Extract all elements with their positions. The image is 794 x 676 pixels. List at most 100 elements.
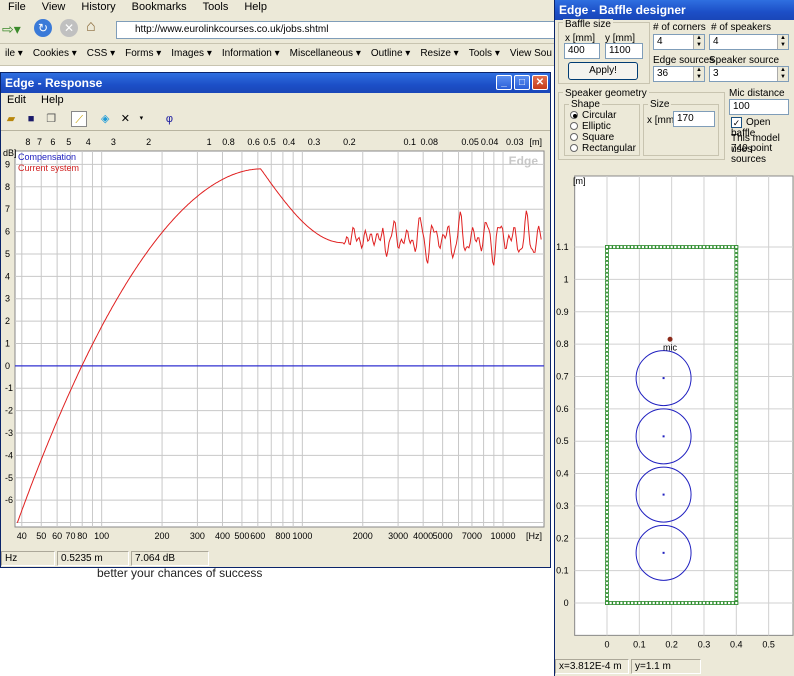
y-tick-label: 6	[5, 227, 10, 237]
edge-source-dot	[605, 545, 609, 550]
dropdown-arrow-icon[interactable]: ▾	[137, 111, 145, 127]
shape-elliptic-radio[interactable]: Elliptic	[570, 121, 611, 132]
toolbar-item-resize[interactable]: Resize ▾	[415, 44, 463, 59]
close-button[interactable]: ✕	[532, 75, 548, 90]
baffle-y-input[interactable]: 1100	[605, 43, 643, 59]
corners-spinner[interactable]: 4 ▲ ▼	[653, 34, 705, 50]
toolbar-item-view-source[interactable]: View Sou	[505, 44, 554, 59]
toolbar-item-outline[interactable]: Outline ▾	[366, 44, 415, 59]
y-tick-label: 0.7	[556, 371, 569, 381]
menu-tools[interactable]: Tools	[195, 0, 237, 13]
copy-icon[interactable]: ❐	[43, 111, 59, 127]
edge-source-dot	[734, 470, 739, 475]
stop-icon[interactable]: ✕	[60, 19, 78, 37]
toolbar-item-cookies[interactable]: Cookies ▾	[28, 44, 82, 59]
y-tick-label: -2	[5, 406, 13, 416]
speaker-center	[662, 435, 665, 438]
density-spinner[interactable]: 3 ▲ ▼	[709, 66, 789, 82]
toolbar-item-css[interactable]: CSS ▾	[82, 44, 120, 59]
edge-sources-spinner[interactable]: 36 ▲ ▼	[653, 66, 705, 82]
top-tick-label: 0.8	[222, 137, 235, 147]
toolbar-item-tools[interactable]: Tools ▾	[464, 44, 505, 59]
edge-source-dot	[734, 549, 739, 554]
reload-icon[interactable]: ↻	[34, 19, 52, 37]
baffle-plot[interactable]: 1.1 1 0.9 0.8 0.7 0.6 0.5 0.4 0.3 0.2 0.1 0 0 0.1 0.2 0…	[555, 172, 794, 656]
size-x-input[interactable]: 170	[673, 111, 715, 127]
menu-help[interactable]: Help	[41, 94, 64, 106]
status-freq: Hz	[1, 551, 55, 566]
edge-source-dot	[605, 391, 609, 396]
edge-source-dot	[630, 245, 635, 249]
phase-button[interactable]: φ	[161, 111, 177, 127]
edge-source-dot	[734, 466, 739, 471]
color-icon[interactable]: ◈	[97, 111, 113, 127]
toolbar-item-forms[interactable]: Forms ▾	[120, 44, 166, 59]
delete-icon[interactable]: ✕	[117, 111, 133, 127]
edge-source-dot	[687, 245, 692, 249]
x-tick-label: 500	[234, 531, 249, 541]
edge-source-dot	[605, 573, 609, 578]
edge-source-dot	[734, 300, 739, 305]
speakers-spinner[interactable]: 4 ▲ ▼	[709, 34, 789, 50]
open-folder-icon[interactable]: ▰	[3, 111, 19, 127]
toolbar-item-information[interactable]: Information ▾	[217, 44, 285, 59]
toolbar-item-disable[interactable]: ile ▾	[0, 44, 28, 59]
toolbar-item-miscellaneous[interactable]: Miscellaneous ▾	[285, 44, 366, 59]
shape-square-radio[interactable]: Square	[570, 132, 614, 143]
spin-arrows-icon[interactable]: ▲ ▼	[693, 67, 704, 81]
edge-source-dot	[605, 537, 609, 542]
edge-source-dot	[698, 245, 703, 249]
speaker-geometry-label: Speaker geometry	[563, 88, 649, 99]
menu-bookmarks[interactable]: Bookmarks	[124, 0, 195, 13]
x-tick-label: 70	[66, 531, 76, 541]
save-icon[interactable]: ■	[23, 111, 39, 127]
top-tick-label: 0.05	[461, 137, 479, 147]
menu-view[interactable]: View	[34, 0, 74, 13]
edge-source-dot	[648, 245, 653, 249]
x-tick-label: 1000	[292, 531, 312, 541]
toolbar-item-images[interactable]: Images ▾	[166, 44, 217, 59]
edge-source-dot	[605, 565, 609, 570]
draw-icon[interactable]: ⟋	[71, 111, 88, 127]
response-plot[interactable]: 9876543210-1-2-3-4-5-6dB]40 50 60 70 80 100 20…	[1, 133, 550, 549]
edge-source-dot	[734, 312, 739, 317]
menu-history[interactable]: History	[73, 0, 123, 13]
edge-source-dot	[605, 589, 609, 594]
y-tick-label: 0.6	[556, 404, 569, 414]
edge-source-dot	[605, 462, 609, 467]
forward-arrow-icon[interactable]: ⇨▾	[2, 21, 21, 38]
top-tick-label: 1	[207, 137, 212, 147]
edge-source-dot	[630, 601, 635, 605]
edge-source-dot	[605, 347, 609, 352]
edge-source-dot	[605, 601, 609, 605]
edge-source-dot	[605, 577, 609, 582]
edge-source-dot	[734, 450, 739, 455]
response-titlebar[interactable]: Edge - Response _ □ ✕	[1, 73, 550, 93]
edge-source-dot	[605, 320, 609, 325]
url-input[interactable]: http://www.eurolinkcourses.co.uk/jobs.sh…	[116, 21, 556, 39]
menu-help[interactable]: Help	[236, 0, 275, 13]
edge-source-dot	[716, 245, 721, 249]
checkmark-icon: ✓	[731, 117, 742, 128]
edge-source-dot	[605, 458, 609, 463]
edge-source-dot	[605, 300, 609, 305]
minimize-button[interactable]: _	[496, 75, 512, 90]
apply-button[interactable]: Apply!	[568, 62, 638, 80]
edge-source-dot	[734, 316, 739, 321]
edge-source-dot	[734, 363, 739, 368]
mic-distance-input[interactable]: 100	[729, 99, 789, 115]
shape-circular-radio[interactable]: Circular	[570, 110, 616, 121]
spin-arrows-icon[interactable]: ▲ ▼	[693, 35, 704, 49]
menu-file[interactable]: File	[0, 0, 34, 13]
baffle-titlebar[interactable]: Edge - Baffle designer	[555, 0, 794, 20]
y-tick-label: 4	[5, 271, 10, 281]
edge-source-dot	[605, 510, 609, 514]
spin-arrows-icon[interactable]: ▲ ▼	[777, 35, 788, 49]
baffle-x-input[interactable]: 400	[564, 43, 600, 59]
menu-edit[interactable]: Edit	[7, 94, 26, 106]
home-icon[interactable]: ⌂	[86, 18, 96, 36]
spin-arrows-icon[interactable]: ▲ ▼	[777, 67, 788, 81]
maximize-button[interactable]: □	[514, 75, 530, 90]
edge-source-dot	[734, 387, 739, 392]
shape-rectangular-radio[interactable]: Rectangular	[570, 143, 636, 154]
